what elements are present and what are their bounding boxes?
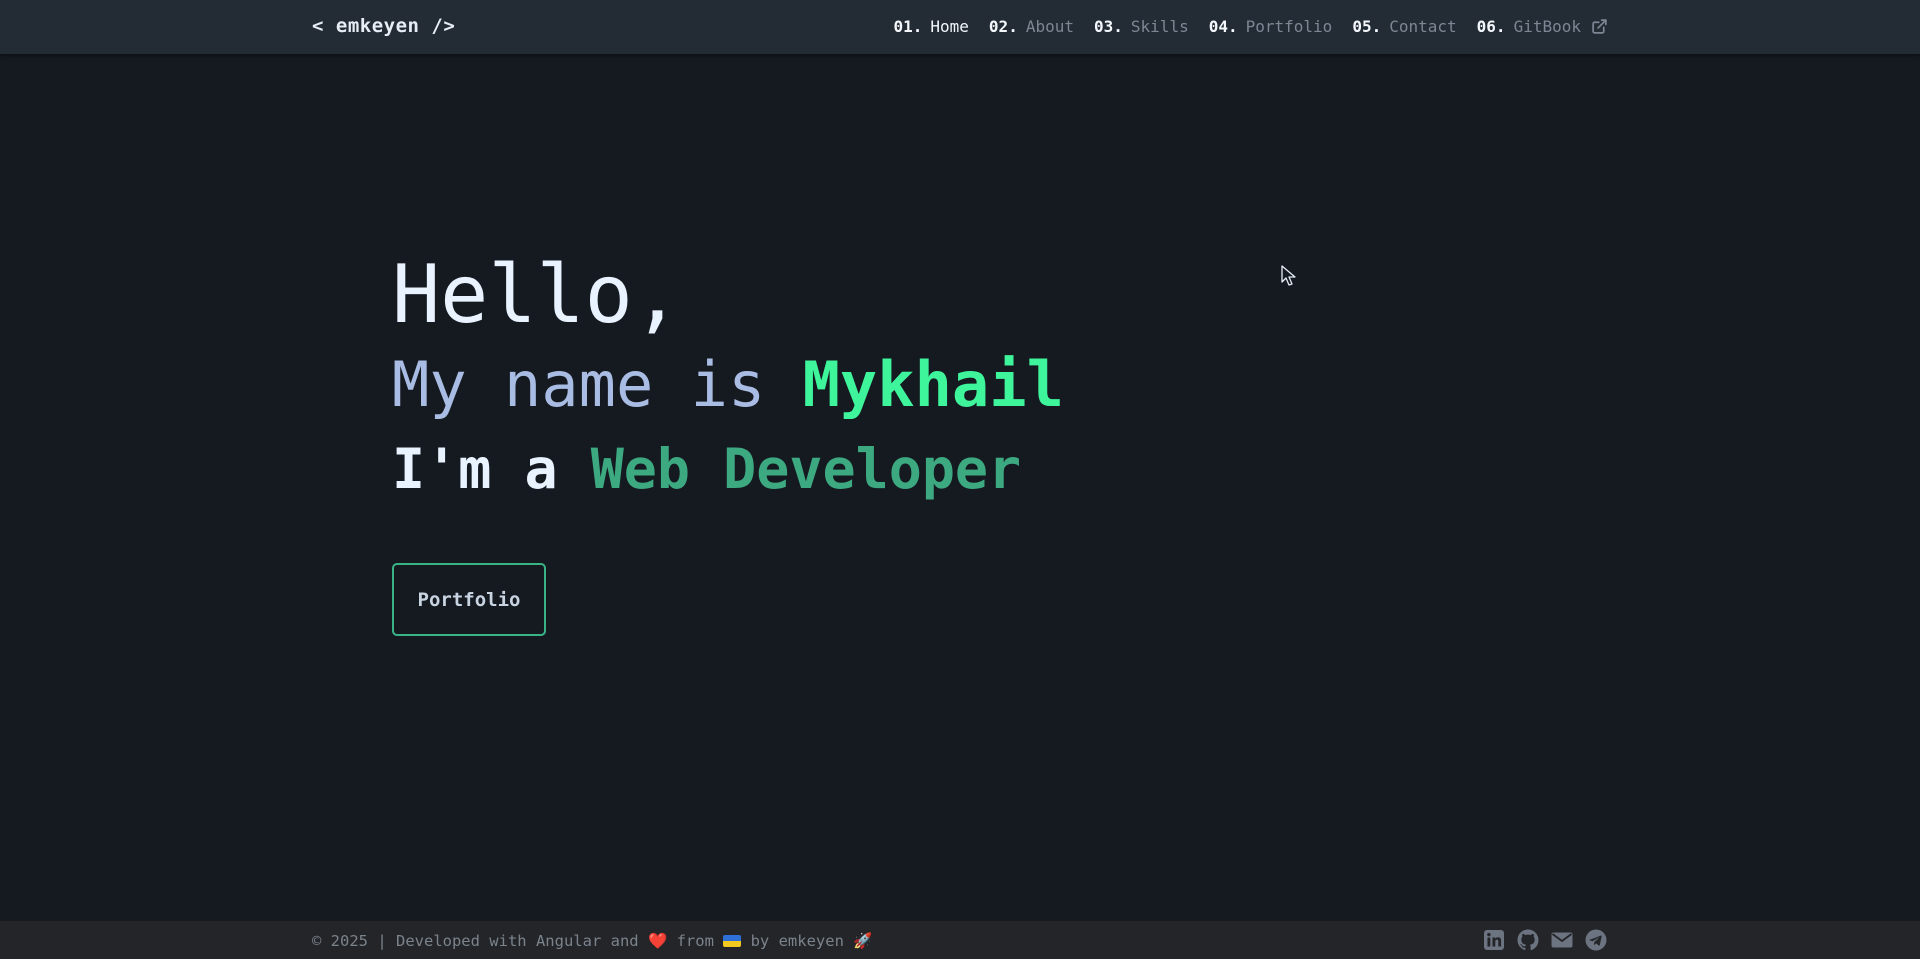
role-highlight: Web Developer bbox=[590, 437, 1022, 501]
name-heading: My name is Mykhail bbox=[392, 346, 1064, 424]
role-heading: I'm a Web Developer bbox=[392, 434, 1064, 504]
name-prefix: My name is bbox=[392, 348, 803, 421]
heart-icon: ❤️ bbox=[647, 932, 668, 950]
name-highlight: Mykhail bbox=[802, 348, 1064, 421]
nav-item-skills[interactable]: 03. Skills bbox=[1094, 17, 1189, 36]
footer-text-end: by emkeyen bbox=[741, 932, 854, 950]
telegram-icon[interactable] bbox=[1584, 928, 1608, 952]
portfolio-button[interactable]: Portfolio bbox=[392, 563, 546, 636]
nav-number: 02. bbox=[988, 17, 1018, 36]
nav-item-about[interactable]: 02. About bbox=[989, 17, 1074, 36]
nav-label: Portfolio bbox=[1245, 17, 1333, 36]
rocket-icon: 🚀 bbox=[853, 932, 873, 950]
social-links bbox=[1482, 928, 1608, 952]
nav-number: 05. bbox=[1352, 17, 1382, 36]
hero-section: Hello, My name is Mykhail I'm a Web Deve… bbox=[392, 250, 1064, 504]
footer: © 2025 | Developed with Angular and ❤️ f… bbox=[0, 921, 1920, 959]
nav-number: 03. bbox=[1094, 17, 1123, 36]
linkedin-icon[interactable] bbox=[1482, 928, 1506, 952]
role-prefix: I'm a bbox=[392, 437, 591, 501]
nav-item-portfolio[interactable]: 04. Portfolio bbox=[1209, 17, 1333, 36]
nav-item-home[interactable]: 01. Home bbox=[893, 17, 968, 36]
nav-label: GitBook bbox=[1513, 17, 1581, 36]
footer-text-start: © 2025 | Developed with Angular and bbox=[312, 932, 648, 950]
brand-logo[interactable]: < emkeyen /> bbox=[312, 15, 455, 37]
nav-menu: 01. Home 02. About 03. Skills 04. Portfo… bbox=[893, 17, 1608, 36]
footer-credits: © 2025 | Developed with Angular and ❤️ f… bbox=[312, 932, 873, 950]
nav-number: 06. bbox=[1476, 17, 1506, 36]
nav-item-gitbook[interactable]: 06. GitBook bbox=[1477, 17, 1608, 36]
nav-label: Home bbox=[930, 17, 969, 36]
greeting-heading: Hello, bbox=[392, 248, 681, 341]
github-icon[interactable] bbox=[1516, 928, 1540, 952]
ukraine-flag-icon bbox=[723, 935, 742, 947]
nav-item-contact[interactable]: 05. Contact bbox=[1352, 17, 1456, 36]
footer-text-from: from bbox=[667, 932, 724, 950]
nav-label: Skills bbox=[1130, 17, 1189, 36]
nav-label: Contact bbox=[1389, 17, 1457, 36]
navbar: < emkeyen /> 01. Home 02. About 03. Skil… bbox=[0, 0, 1920, 54]
mouse-cursor-icon bbox=[1281, 265, 1297, 291]
nav-number: 01. bbox=[893, 17, 923, 36]
email-icon[interactable] bbox=[1550, 928, 1574, 952]
nav-label: About bbox=[1025, 17, 1074, 36]
nav-number: 04. bbox=[1208, 17, 1238, 36]
external-link-icon bbox=[1591, 18, 1608, 35]
